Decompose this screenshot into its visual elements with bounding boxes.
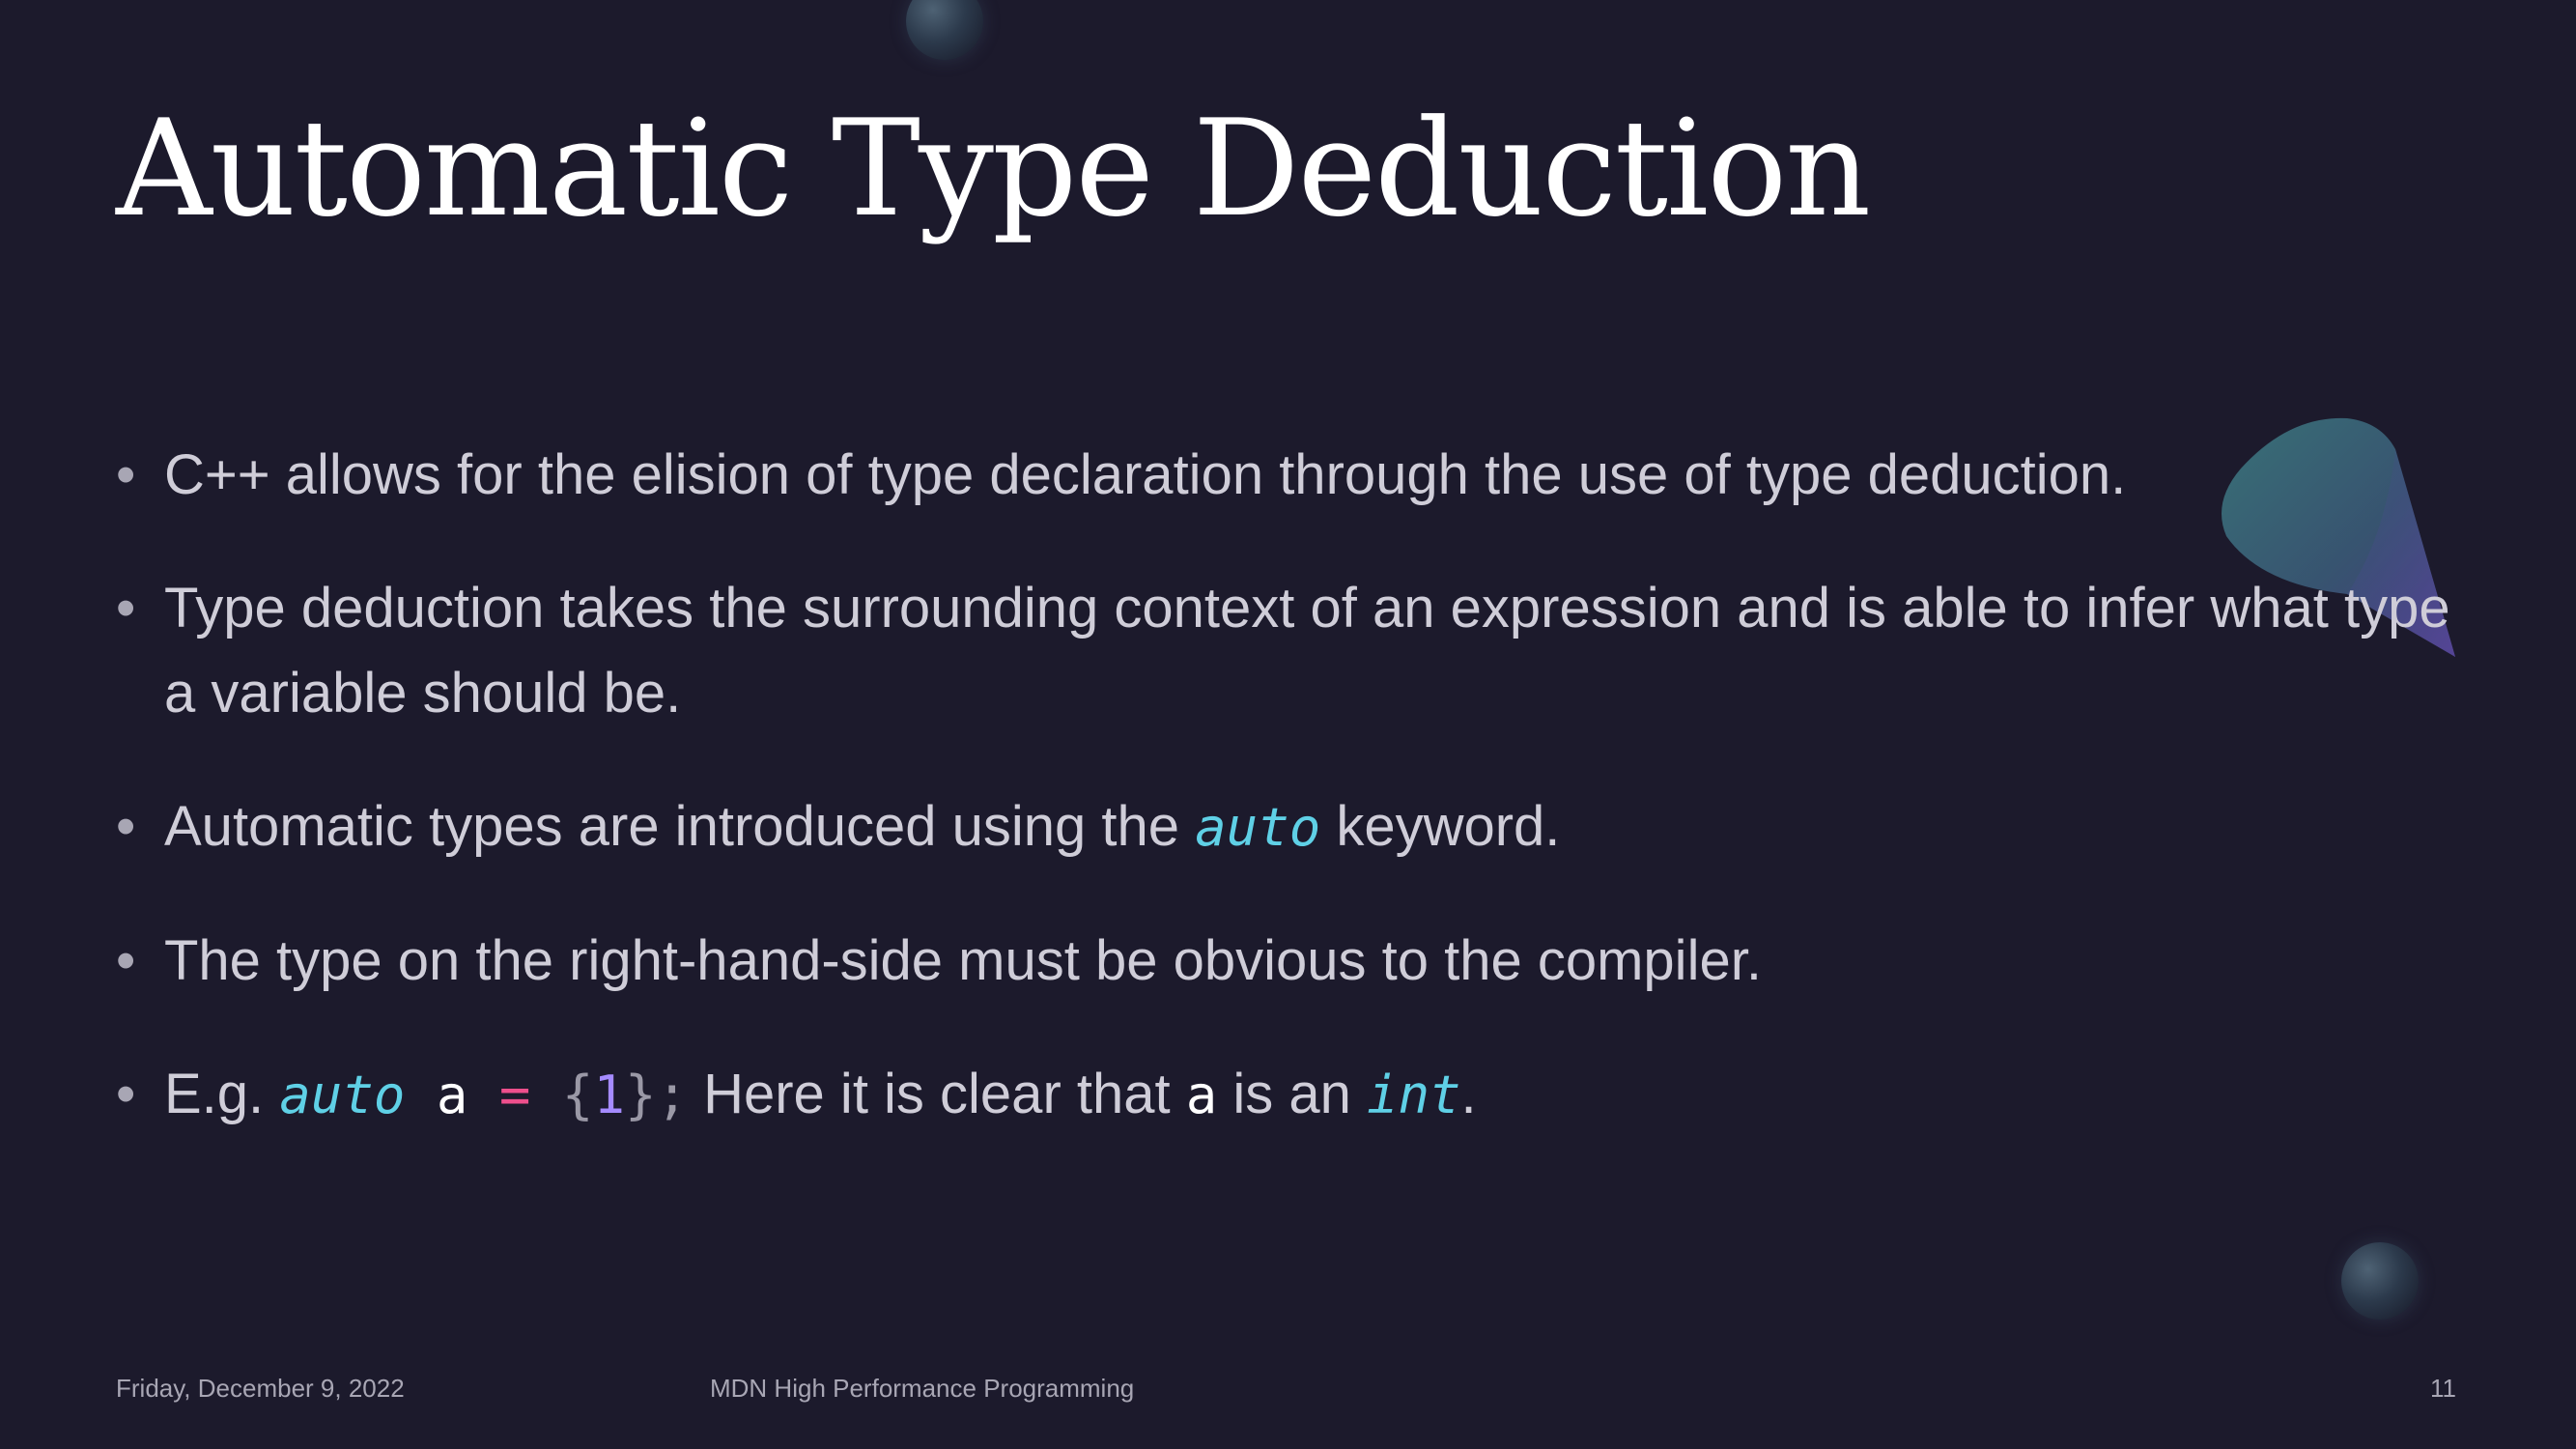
bullet-text-tail: . bbox=[1460, 1063, 1477, 1125]
bullet-item: • Type deduction takes the surrounding c… bbox=[116, 566, 2473, 736]
slide: Automatic Type Deduction • C++ allows fo… bbox=[0, 0, 2576, 1449]
code-brace-close: }; bbox=[624, 1065, 688, 1125]
code-type-int: int bbox=[1367, 1065, 1461, 1125]
bullet-item: • E.g. auto a = {1}; Here it is clear tha… bbox=[116, 1052, 2473, 1138]
bullet-dot: • bbox=[116, 929, 136, 992]
bullet-text-before: Automatic types are introduced using the bbox=[164, 795, 1196, 858]
bullet-text-after: keyword. bbox=[1320, 795, 1561, 858]
decorative-sphere-bottom bbox=[2341, 1242, 2419, 1320]
footer-title: MDN High Performance Programming bbox=[710, 1374, 1135, 1403]
slide-title: Automatic Type Deduction bbox=[116, 91, 1871, 246]
bullet-item: • C++ allows for the elision of type dec… bbox=[116, 433, 2473, 518]
bullet-text-middle: Here it is clear that bbox=[687, 1063, 1186, 1125]
footer-date: Friday, December 9, 2022 bbox=[116, 1374, 405, 1403]
code-variable: a bbox=[436, 1065, 468, 1125]
code-keyword-auto: auto bbox=[279, 1065, 406, 1125]
bullet-item: • Automatic types are introduced using th… bbox=[116, 784, 2473, 870]
bullet-list: • C++ allows for the elision of type dec… bbox=[116, 433, 2473, 1186]
bullet-dot: • bbox=[116, 795, 136, 858]
bullet-dot: • bbox=[116, 443, 136, 506]
bullet-text: C++ allows for the elision of type decla… bbox=[164, 443, 2127, 506]
bullet-dot: • bbox=[116, 577, 136, 639]
code-keyword-auto: auto bbox=[1195, 797, 1321, 858]
bullet-dot: • bbox=[116, 1063, 136, 1125]
bullet-item: • The type on the right-hand-side must b… bbox=[116, 919, 2473, 1004]
page-number: 11 bbox=[2430, 1374, 2456, 1403]
code-variable-inline: a bbox=[1185, 1065, 1218, 1125]
code-operator: = bbox=[498, 1065, 531, 1125]
code-brace-open: { bbox=[561, 1065, 594, 1125]
code-number: 1 bbox=[593, 1065, 625, 1125]
bullet-text: Type deduction takes the surrounding con… bbox=[164, 577, 2450, 724]
code-example: auto a = {1}; bbox=[279, 1065, 688, 1125]
decorative-sphere-top bbox=[906, 0, 983, 60]
bullet-text-lead: E.g. bbox=[164, 1063, 280, 1125]
bullet-text-middle2: is an bbox=[1217, 1063, 1367, 1125]
bullet-text: The type on the right-hand-side must be … bbox=[164, 929, 1762, 992]
